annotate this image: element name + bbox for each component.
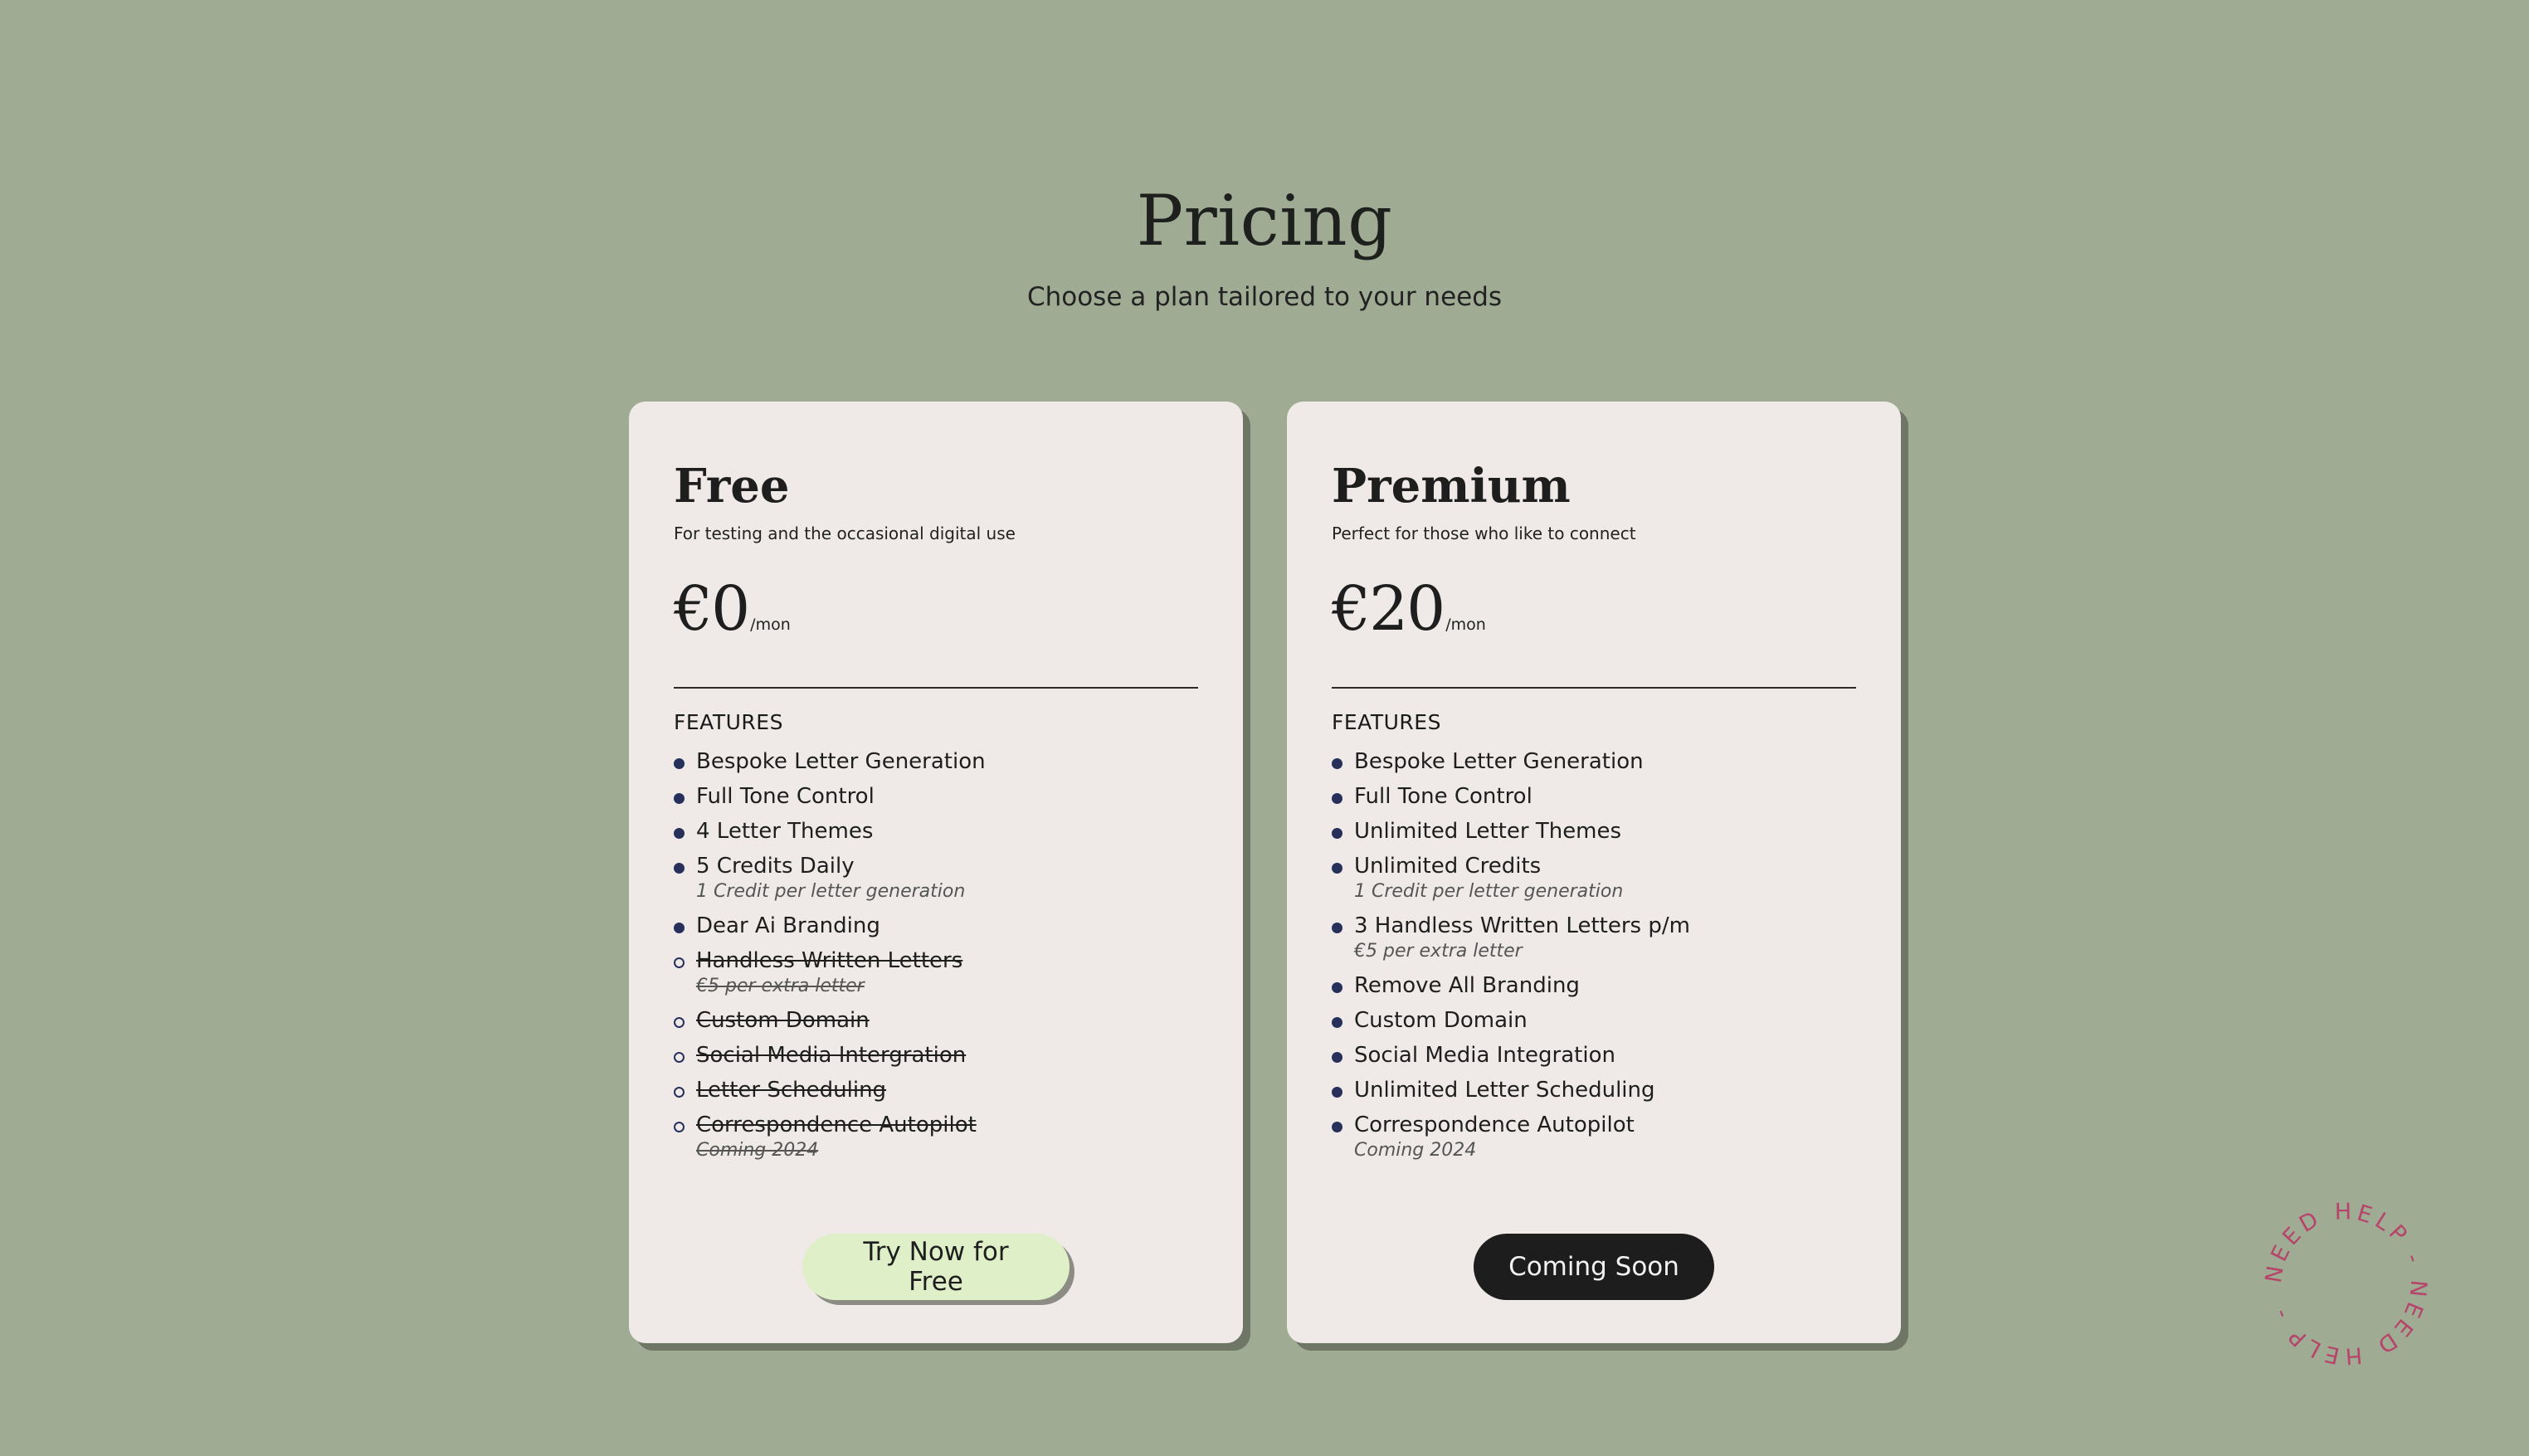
hollow-bullet-icon — [674, 957, 685, 968]
feature-label: Remove All Branding — [1354, 973, 1580, 998]
feature-item: Social Media Intergration — [674, 1042, 1198, 1069]
feature-item: Bespoke Letter Generation — [674, 748, 1198, 775]
feature-note: €5 per extra letter — [696, 976, 865, 996]
feature-item: Unlimited Credits 1 Credit per letter gen… — [1332, 853, 1856, 904]
feature-label: Bespoke Letter Generation — [1354, 749, 1644, 774]
feature-item: Full Tone Control — [674, 783, 1198, 810]
try-free-button[interactable]: Try Now for Free — [802, 1234, 1070, 1300]
feature-item: Full Tone Control — [1332, 783, 1856, 810]
feature-label: Correspondence Autopilot — [1354, 1113, 1635, 1137]
feature-item: 3 Handless Written Letters p/m €5 per ext… — [1332, 913, 1856, 964]
plan-name: Premium — [1332, 459, 1571, 514]
help-badge-text: NEED HELP - NEED HELP - — [2261, 1199, 2431, 1369]
filled-bullet-icon — [674, 828, 685, 839]
feature-note: 1 Credit per letter generation — [696, 881, 966, 902]
feature-item: Dear Ai Branding — [674, 913, 1198, 939]
features-heading: FEATURES — [674, 710, 783, 734]
feature-label: Letter Scheduling — [696, 1078, 887, 1103]
cta-container: Try Now for Free — [629, 1234, 1243, 1300]
feature-label: Bespoke Letter Generation — [696, 749, 986, 774]
filled-bullet-icon — [1332, 758, 1342, 769]
feature-label: Full Tone Control — [696, 784, 875, 809]
plan-price: €20 — [1332, 573, 1445, 645]
feature-item: Handless Written Letters €5 per extra let… — [674, 947, 1198, 999]
feature-label: Unlimited Letter Scheduling — [1354, 1078, 1655, 1103]
feature-label: Social Media Integration — [1354, 1043, 1615, 1068]
feature-note: 1 Credit per letter generation — [1354, 881, 1624, 902]
feature-list: Bespoke Letter Generation Full Tone Contr… — [1332, 748, 1856, 1163]
hollow-bullet-icon — [674, 1017, 685, 1028]
feature-label: Full Tone Control — [1354, 784, 1533, 809]
filled-bullet-icon — [1332, 1052, 1342, 1063]
feature-list: Bespoke Letter Generation Full Tone Contr… — [674, 748, 1198, 1163]
price-period: /mon — [1445, 616, 1486, 634]
feature-label: Custom Domain — [1354, 1008, 1528, 1033]
plan-description: Perfect for those who like to connect — [1332, 523, 1636, 543]
feature-note: €5 per extra letter — [1354, 941, 1523, 962]
pricing-page: Pricing Choose a plan tailored to your n… — [0, 0, 2529, 1456]
feature-item: 4 Letter Themes — [674, 818, 1198, 845]
feature-item: Correspondence Autopilot Coming 2024 — [674, 1112, 1198, 1163]
feature-label: 4 Letter Themes — [696, 819, 874, 844]
filled-bullet-icon — [1332, 923, 1342, 933]
filled-bullet-icon — [674, 923, 685, 933]
feature-item: Remove All Branding — [1332, 972, 1856, 999]
cta-container: Coming Soon — [1287, 1234, 1901, 1300]
feature-label: 3 Handless Written Letters p/m — [1354, 913, 1690, 938]
feature-item: Custom Domain — [1332, 1007, 1856, 1034]
divider — [1332, 687, 1856, 689]
filled-bullet-icon — [1332, 1087, 1342, 1098]
filled-bullet-icon — [674, 758, 685, 769]
hollow-bullet-icon — [674, 1052, 685, 1063]
plan-card-free: Free For testing and the occasional digi… — [629, 402, 1243, 1343]
feature-label: Unlimited Credits — [1354, 854, 1542, 879]
hollow-bullet-icon — [674, 1122, 685, 1132]
feature-item: Bespoke Letter Generation — [1332, 748, 1856, 775]
coming-soon-button[interactable]: Coming Soon — [1474, 1234, 1714, 1300]
feature-label: Correspondence Autopilot — [696, 1113, 977, 1137]
feature-item: Social Media Integration — [1332, 1042, 1856, 1069]
divider — [674, 687, 1198, 689]
price-period: /mon — [750, 616, 791, 634]
feature-item: 5 Credits Daily 1 Credit per letter gener… — [674, 853, 1198, 904]
filled-bullet-icon — [1332, 1017, 1342, 1028]
plan-price: €0 — [674, 573, 750, 645]
features-heading: FEATURES — [1332, 710, 1441, 734]
plan-name: Free — [674, 459, 790, 514]
feature-item: Unlimited Letter Themes — [1332, 818, 1856, 845]
hollow-bullet-icon — [674, 1087, 685, 1098]
feature-item: Correspondence Autopilot Coming 2024 — [1332, 1112, 1856, 1163]
feature-note: Coming 2024 — [1354, 1140, 1477, 1161]
feature-label: Custom Domain — [696, 1008, 870, 1033]
need-help-badge[interactable]: NEED HELP - NEED HELP - — [2257, 1195, 2435, 1373]
filled-bullet-icon — [1332, 828, 1342, 839]
price-row: €0 /mon — [674, 576, 1198, 642]
feature-item: Unlimited Letter Scheduling — [1332, 1077, 1856, 1103]
feature-label: Dear Ai Branding — [696, 913, 880, 938]
feature-item: Letter Scheduling — [674, 1077, 1198, 1103]
filled-bullet-icon — [1332, 1122, 1342, 1132]
plan-description: For testing and the occasional digital u… — [674, 523, 1016, 543]
plan-card-premium: Premium Perfect for those who like to co… — [1287, 402, 1901, 1343]
pricing-header: Pricing Choose a plan tailored to your n… — [0, 174, 2529, 314]
page-title: Pricing — [1136, 180, 1393, 261]
help-badge-icon: NEED HELP - NEED HELP - — [2261, 1199, 2431, 1369]
filled-bullet-icon — [1332, 793, 1342, 804]
page-subtitle: Choose a plan tailored to your needs — [1026, 282, 1503, 312]
filled-bullet-icon — [1332, 863, 1342, 874]
feature-label: 5 Credits Daily — [696, 854, 855, 879]
feature-item: Custom Domain — [674, 1007, 1198, 1034]
price-row: €20 /mon — [1332, 576, 1856, 642]
filled-bullet-icon — [674, 863, 685, 874]
feature-label: Unlimited Letter Themes — [1354, 819, 1622, 844]
feature-label: Social Media Intergration — [696, 1043, 967, 1068]
filled-bullet-icon — [1332, 982, 1342, 993]
feature-note: Coming 2024 — [696, 1140, 819, 1161]
feature-label: Handless Written Letters — [696, 948, 963, 973]
filled-bullet-icon — [674, 793, 685, 804]
